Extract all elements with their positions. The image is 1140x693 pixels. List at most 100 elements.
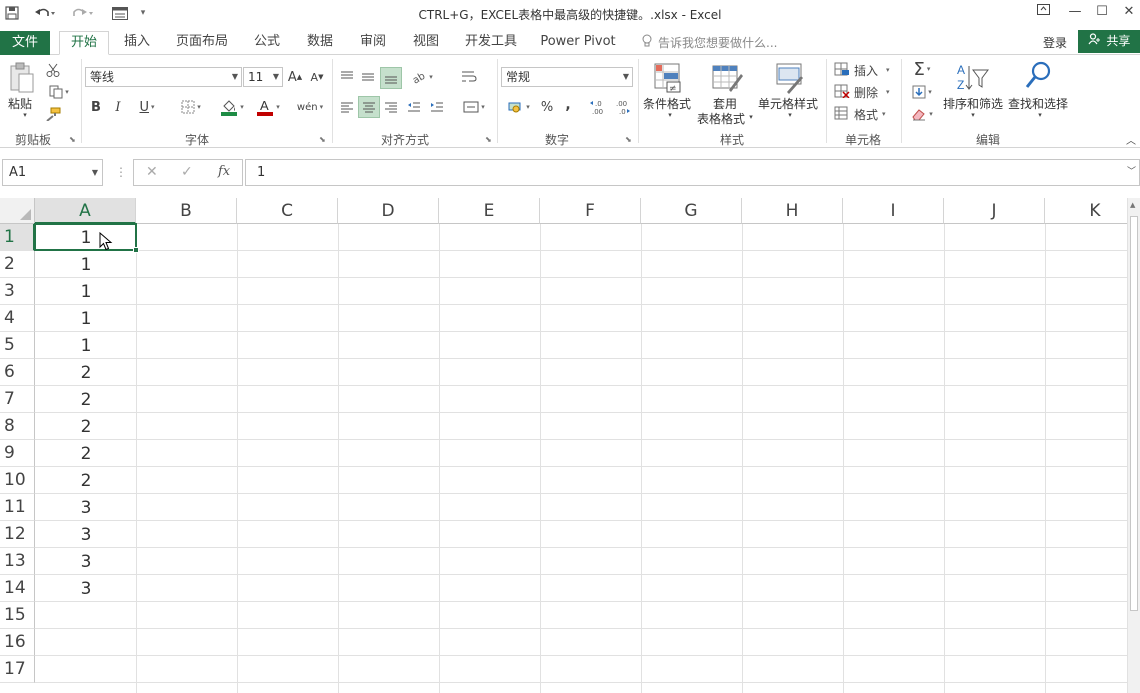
share-button[interactable]: 共享	[1078, 30, 1140, 53]
row-header-7[interactable]: 7	[0, 386, 35, 413]
find-select-icon[interactable]	[1022, 59, 1054, 91]
column-header-e[interactable]: E	[439, 198, 540, 224]
enter-icon[interactable]: ✓	[181, 164, 193, 180]
align-center-icon[interactable]	[358, 96, 380, 118]
accounting-format-icon[interactable]: ▾	[503, 97, 535, 117]
login-link[interactable]: 登录	[1043, 34, 1067, 51]
row-header-11[interactable]: 11	[0, 494, 35, 521]
cell-a8[interactable]: 2	[36, 413, 136, 440]
cancel-icon[interactable]: ✕	[146, 164, 158, 180]
row-header-2[interactable]: 2	[0, 251, 35, 278]
column-header-i[interactable]: I	[843, 198, 944, 224]
row-header-1[interactable]: 1	[0, 224, 35, 251]
cut-icon[interactable]	[44, 61, 62, 79]
paste-dropdown-icon[interactable]: ▾	[20, 111, 30, 119]
tab-page-layout[interactable]: 页面布局	[170, 31, 234, 55]
tab-insert[interactable]: 插入	[118, 31, 156, 55]
format-as-table-icon[interactable]	[710, 61, 744, 95]
sort-filter-label[interactable]: 排序和筛选	[943, 95, 1003, 112]
cell-a12[interactable]: 3	[36, 521, 136, 548]
cell-a7[interactable]: 2	[36, 386, 136, 413]
vertical-scrollbar[interactable]: ▲	[1127, 198, 1140, 693]
column-header-j[interactable]: J	[944, 198, 1045, 224]
select-all-button[interactable]	[0, 198, 35, 224]
cell-a3[interactable]: 1	[36, 278, 136, 305]
maximize-icon[interactable]: ☐	[1091, 2, 1113, 22]
cell-a4[interactable]: 1	[36, 305, 136, 332]
fill-handle[interactable]	[133, 247, 139, 253]
cell-a11[interactable]: 3	[36, 494, 136, 521]
row-header-6[interactable]: 6	[0, 359, 35, 386]
column-header-c[interactable]: C	[237, 198, 338, 224]
clipboard-launcher-icon[interactable]: ⬊	[69, 135, 76, 144]
ribbon-display-options-icon[interactable]	[1032, 2, 1054, 22]
cell-a10[interactable]: 2	[36, 467, 136, 494]
tab-file[interactable]: 文件	[0, 31, 50, 55]
conditional-formatting-label[interactable]: 条件格式	[643, 95, 691, 112]
cell-a2[interactable]: 1	[36, 251, 136, 278]
collapse-ribbon-icon[interactable]: ︿	[1124, 133, 1138, 147]
align-bottom-icon[interactable]	[380, 67, 402, 89]
merge-center-icon[interactable]: ▾	[458, 97, 490, 117]
sort-filter-dropdown-icon[interactable]: ▾	[968, 111, 978, 119]
row-header-14[interactable]: 14	[0, 575, 35, 602]
scroll-up-icon[interactable]: ▲	[1130, 201, 1135, 209]
conditional-dropdown-icon[interactable]: ▾	[665, 111, 675, 119]
increase-indent-icon[interactable]	[428, 97, 446, 117]
column-header-a[interactable]: A	[35, 198, 136, 224]
row-header-3[interactable]: 3	[0, 278, 35, 305]
active-cell-border[interactable]	[34, 223, 137, 251]
align-right-icon[interactable]	[382, 97, 400, 117]
clear-icon[interactable]: ▾	[907, 105, 937, 123]
name-box-dropdown-icon[interactable]: ▼	[92, 160, 98, 185]
cell-a16[interactable]	[36, 629, 136, 656]
alignment-launcher-icon[interactable]: ⬊	[485, 135, 492, 144]
fill-icon[interactable]: ▾	[907, 83, 937, 101]
format-as-table-label-2[interactable]: 表格格式	[697, 110, 745, 127]
decrease-indent-icon[interactable]	[405, 97, 423, 117]
worksheet-grid[interactable]: ABCDEFGHIJK 1 2 3 4 5 6 7 8 9 10 11 12 13 14 15 16 17 11…	[0, 198, 1140, 693]
font-launcher-icon[interactable]: ⬊	[319, 135, 326, 144]
sort-filter-icon[interactable]: AZ	[955, 61, 989, 93]
orientation-icon[interactable]: ab ▾	[408, 67, 436, 87]
row-header-12[interactable]: 12	[0, 521, 35, 548]
row-header-4[interactable]: 4	[0, 305, 35, 332]
tell-me-search[interactable]: 告诉我您想要做什么...	[658, 34, 777, 51]
column-header-h[interactable]: H	[742, 198, 843, 224]
align-middle-icon[interactable]	[359, 67, 377, 87]
shrink-font-button[interactable]: A ▼	[308, 67, 326, 87]
borders-button[interactable]: ▾	[175, 97, 207, 117]
comma-button[interactable]: ,	[561, 95, 575, 115]
insert-function-icon[interactable]: fx	[218, 164, 230, 179]
tab-view[interactable]: 视图	[407, 31, 445, 55]
format-cells-button[interactable]: 格式 ▾	[834, 105, 894, 123]
row-header-9[interactable]: 9	[0, 440, 35, 467]
formula-bar-grip-icon[interactable]: ⋮	[115, 165, 127, 179]
cell-a15[interactable]	[36, 602, 136, 629]
cell-a14[interactable]: 3	[36, 575, 136, 602]
cell-a6[interactable]: 2	[36, 359, 136, 386]
tab-developer[interactable]: 开发工具	[460, 31, 522, 55]
insert-cells-button[interactable]: 插入 ▾	[834, 61, 894, 79]
grow-font-button[interactable]: A ▲	[286, 67, 304, 87]
row-header-13[interactable]: 13	[0, 548, 35, 575]
cell-a9[interactable]: 2	[36, 440, 136, 467]
cell-styles-icon[interactable]	[772, 61, 806, 95]
row-header-15[interactable]: 15	[0, 602, 35, 629]
cell-styles-dropdown-icon[interactable]: ▾	[785, 111, 795, 119]
find-select-label[interactable]: 查找和选择	[1008, 95, 1068, 112]
format-table-dropdown-icon[interactable]: ▾	[747, 113, 755, 121]
tab-home[interactable]: 开始	[59, 31, 109, 55]
format-painter-icon[interactable]	[44, 105, 62, 123]
cell-a13[interactable]: 3	[36, 548, 136, 575]
column-header-k[interactable]: K	[1045, 198, 1140, 224]
phonetic-guide-button[interactable]: wén ▾	[294, 95, 326, 119]
number-launcher-icon[interactable]: ⬊	[625, 135, 632, 144]
align-left-icon[interactable]	[338, 97, 356, 117]
minimize-icon[interactable]: —	[1064, 2, 1086, 22]
italic-button[interactable]: I	[110, 97, 126, 117]
cell-a17[interactable]	[36, 656, 136, 683]
tab-formulas[interactable]: 公式	[248, 31, 286, 55]
column-header-b[interactable]: B	[136, 198, 237, 224]
expand-formula-bar-icon[interactable]: ﹀	[1127, 160, 1136, 185]
